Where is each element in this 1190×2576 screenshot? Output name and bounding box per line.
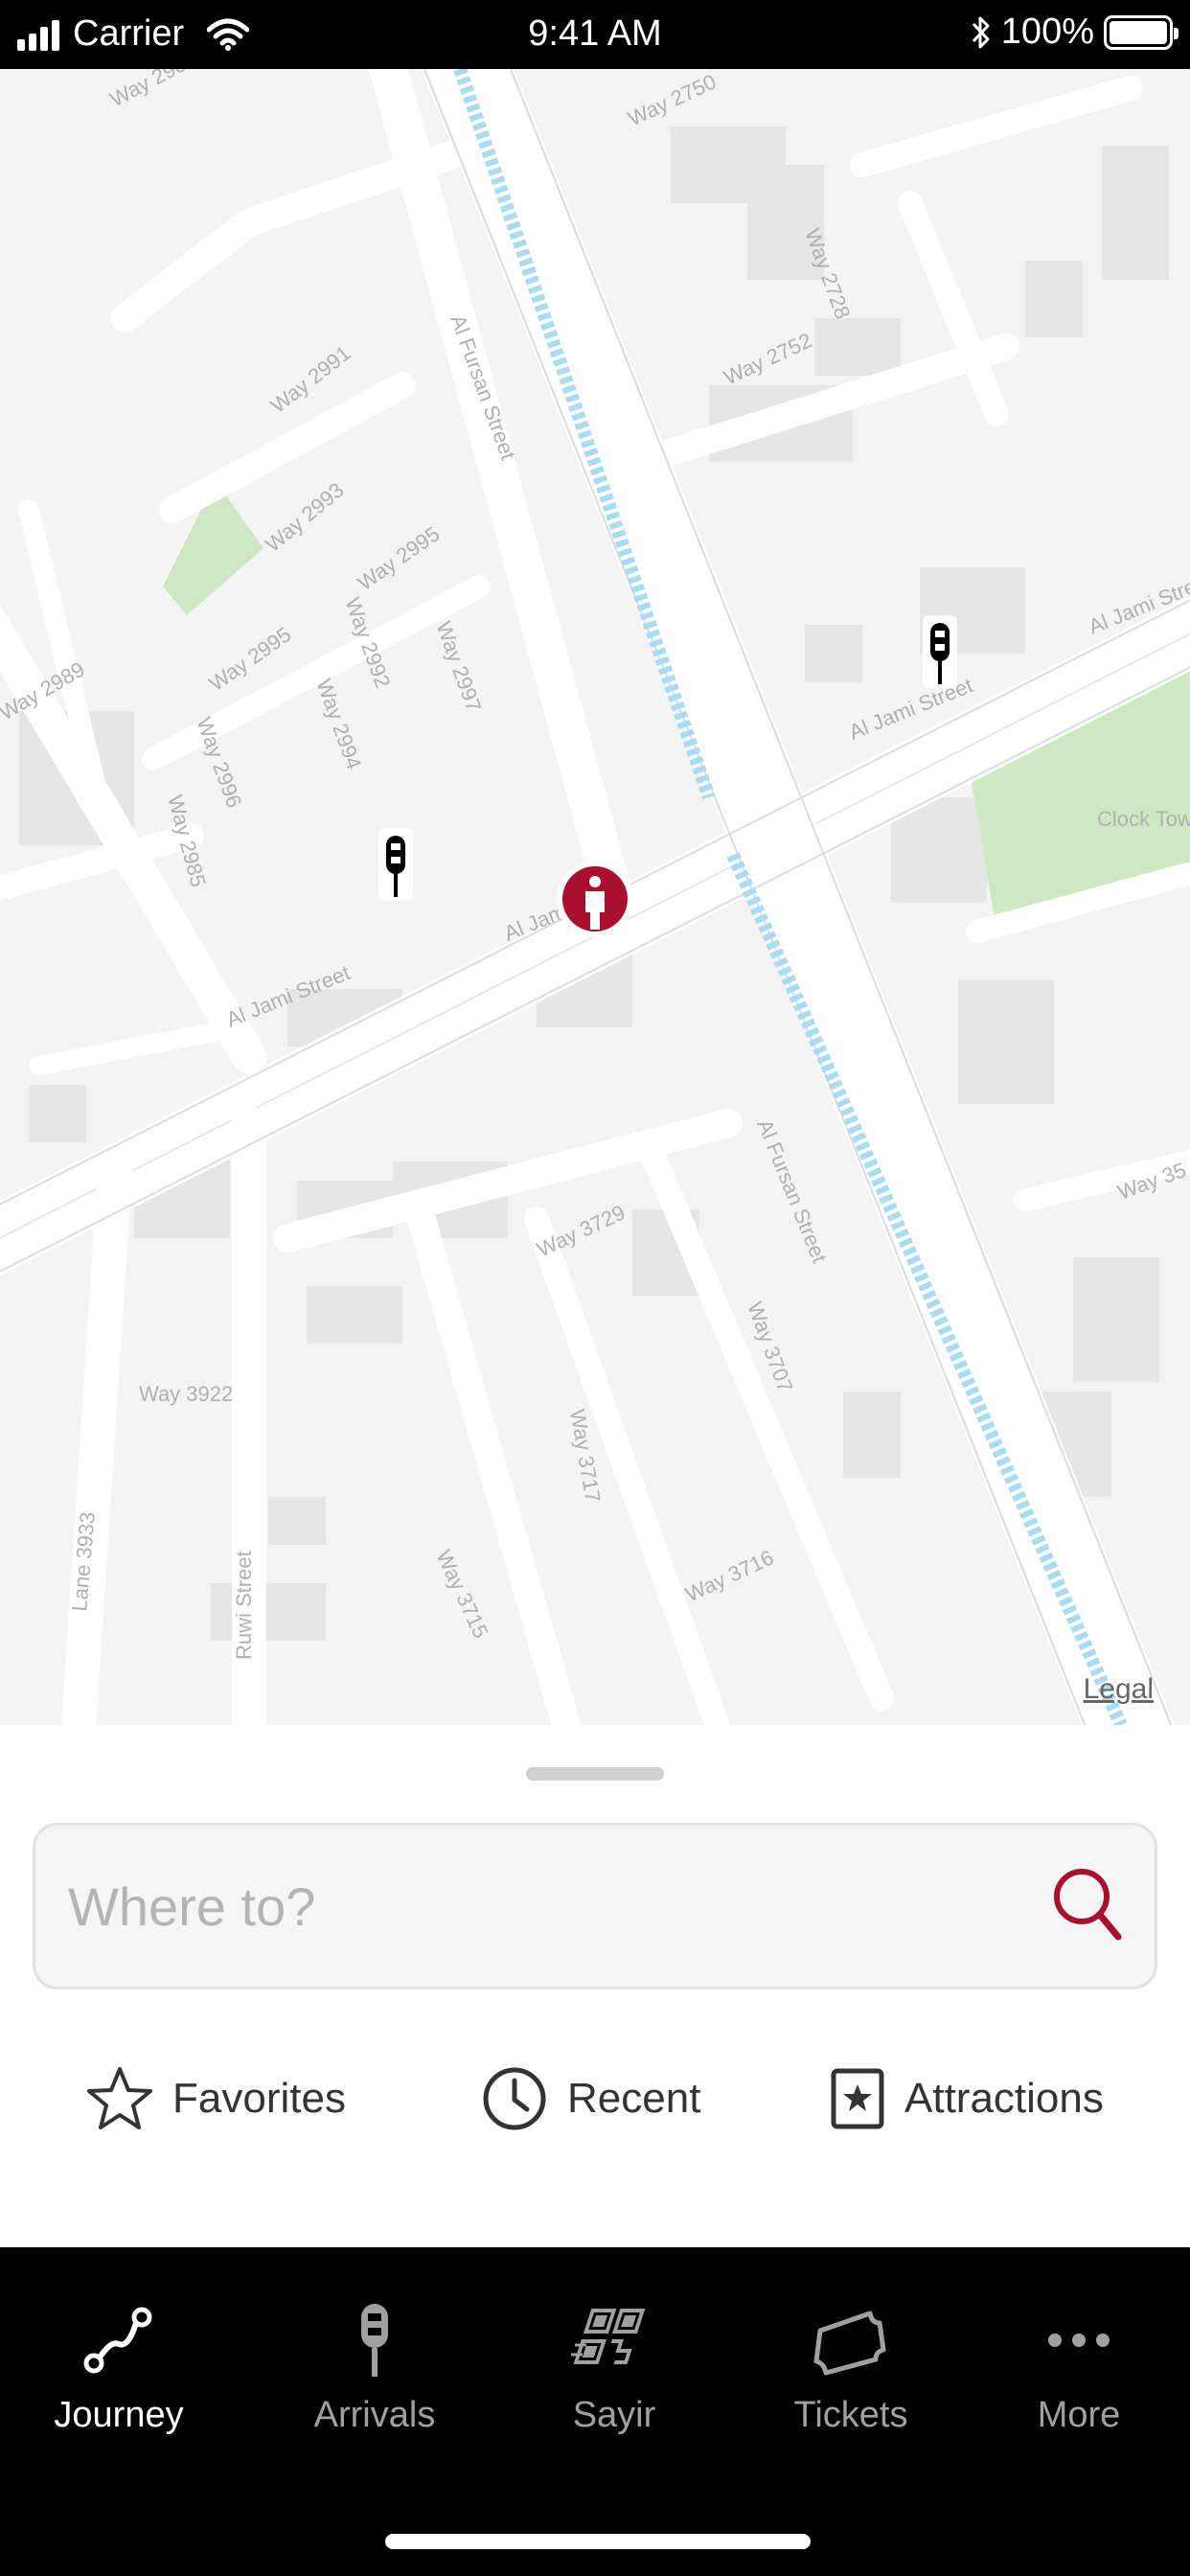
bottom-sheet: Where to? Favorites Recent Attractions [0, 1725, 1190, 2247]
street-label: Ruwi Street [232, 1551, 256, 1660]
tab-bar: Journey Arrivals Sayir Tickets More [0, 2247, 1190, 2576]
status-right: 100% [971, 12, 1179, 53]
tab-journey[interactable]: Journey [23, 2297, 215, 2436]
qr-card-icon [571, 2309, 646, 2364]
tab-journey-label: Journey [54, 2395, 184, 2435]
attractions-button[interactable]: Attractions [830, 2065, 1104, 2132]
tab-more[interactable]: More [983, 2297, 1175, 2436]
star-icon [87, 2067, 152, 2129]
tab-arrivals[interactable]: Arrivals [279, 2297, 470, 2436]
tab-arrivals-label: Arrivals [313, 2395, 436, 2435]
attractions-icon [831, 2068, 884, 2129]
map-view[interactable]: Al Fursan Street Al Fursan Street Al Jam… [0, 69, 1190, 1725]
clock-icon [483, 2067, 546, 2130]
status-bar: Carrier 9:41 AM 100% [0, 0, 1190, 69]
tab-tickets-label: Tickets [793, 2395, 908, 2435]
bluetooth-icon [972, 16, 990, 48]
recent-button[interactable]: Recent [481, 2065, 700, 2132]
sheet-grabber[interactable] [526, 1767, 664, 1781]
favorites-label: Favorites [172, 2075, 346, 2122]
shortcut-row: Favorites Recent Attractions [0, 2065, 1190, 2161]
tab-tickets[interactable]: Tickets [755, 2297, 947, 2436]
search-icon[interactable] [1049, 1864, 1126, 1950]
bus-stop-marker-1[interactable] [378, 828, 413, 901]
bus-stop-icon [361, 2304, 388, 2377]
recent-label: Recent [567, 2075, 701, 2122]
tab-sayir[interactable]: Sayir [518, 2297, 710, 2436]
bus-stop-marker-2[interactable] [923, 615, 957, 688]
more-dots-icon [1048, 2334, 1110, 2347]
home-indicator[interactable] [385, 2534, 811, 2549]
ticket-icon [813, 2311, 886, 2376]
legal-link[interactable]: Legal [1084, 1673, 1154, 1706]
attractions-label: Attractions [904, 2075, 1104, 2122]
route-icon [83, 2307, 152, 2374]
favorites-button[interactable]: Favorites [86, 2065, 346, 2132]
tab-more-label: More [1037, 2395, 1121, 2435]
search-placeholder: Where to? [68, 1876, 316, 1937]
search-input[interactable]: Where to? [33, 1823, 1157, 1990]
street-label: Way 3922 [139, 1382, 233, 1406]
user-location-marker[interactable] [557, 861, 633, 937]
street-label: Clock Tower [1097, 807, 1190, 831]
map-canvas[interactable]: Al Fursan Street Al Fursan Street Al Jam… [0, 69, 1190, 1725]
battery-percentage: 100% [1000, 12, 1094, 52]
tab-sayir-label: Sayir [572, 2395, 656, 2435]
battery-icon [1104, 14, 1179, 50]
